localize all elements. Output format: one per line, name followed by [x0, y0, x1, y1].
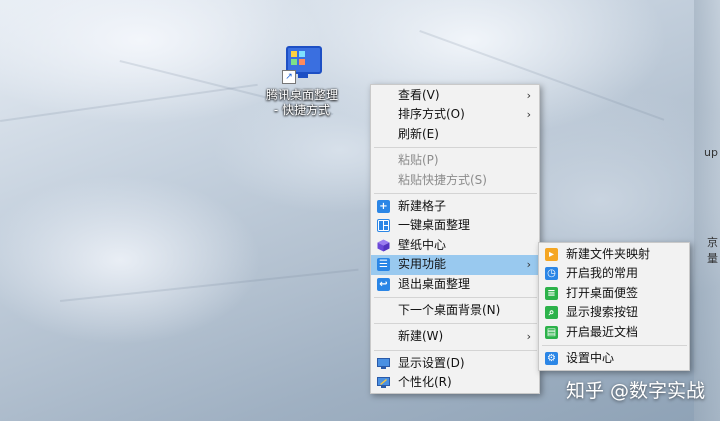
- desktop-context-menu: 查看(V) › 排序方式(O) › 刷新(E) 粘贴(P) 粘贴快捷方式(S) + …: [370, 84, 540, 395]
- menu-item-next-background[interactable]: 下一个桌面背景(N): [371, 301, 539, 320]
- menu-separator: [374, 323, 537, 325]
- menu-item-paste: 粘贴(P): [398, 153, 439, 168]
- edge-text: 量: [707, 252, 718, 265]
- menu-separator: [374, 192, 537, 194]
- document-icon: ▤: [545, 325, 558, 339]
- layout-icon: [377, 219, 390, 233]
- search-icon: ⌕: [545, 306, 558, 320]
- cube-icon: [377, 239, 390, 252]
- adjacent-window-edge: [694, 0, 720, 421]
- note-icon: ≡: [545, 286, 558, 300]
- chevron-right-icon: ›: [526, 108, 531, 122]
- edge-text: 京: [707, 236, 718, 249]
- folder-map-icon: ▸: [545, 248, 558, 261]
- plus-icon: +: [377, 199, 390, 213]
- menu-item-new-grid[interactable]: + 新建格子: [371, 197, 539, 216]
- chevron-right-icon: ›: [526, 89, 531, 102]
- menu-item-utilities[interactable]: ☰ 实用功能 ›: [371, 255, 539, 275]
- submenu-item-enable-favorites[interactable]: ◷ 开启我的常用: [539, 264, 689, 283]
- desktop-shortcut-tencent-organizer[interactable]: ↗ 腾讯桌面整理 - 快捷方式: [262, 44, 342, 118]
- submenu-item-show-search-button[interactable]: ⌕ 显示搜索按钮: [539, 303, 689, 322]
- zhihu-watermark: 知乎 @数字实战: [566, 380, 706, 402]
- tencent-desktop-organizer-icon: ↗: [282, 44, 322, 84]
- shortcut-label: 腾讯桌面整理 - 快捷方式: [265, 88, 338, 117]
- clock-icon: ◷: [545, 267, 558, 281]
- chevron-right-icon: ›: [526, 258, 531, 272]
- menu-item-exit-organizer[interactable]: ↩ 退出桌面整理: [371, 275, 539, 294]
- exit-icon: ↩: [377, 277, 390, 291]
- menu-item-refresh[interactable]: 刷新(E): [371, 125, 539, 144]
- menu-item-new[interactable]: 新建(W) ›: [371, 327, 539, 346]
- shortcut-arrow-icon: ↗: [282, 70, 296, 84]
- submenu-item-new-folder-mapping[interactable]: ▸ 新建文件夹映射: [539, 245, 689, 264]
- menu-item-view[interactable]: 查看(V) ›: [371, 86, 539, 105]
- menu-separator: [542, 344, 687, 346]
- menu-item-personalize[interactable]: 个性化(R): [371, 373, 539, 392]
- list-icon: ☰: [377, 258, 390, 272]
- menu-item-one-click-organize[interactable]: 一键桌面整理: [371, 216, 539, 235]
- menu-item-wallpaper-center[interactable]: 壁纸中心: [371, 236, 539, 255]
- submenu-item-enable-recent-documents[interactable]: ▤ 开启最近文档: [539, 323, 689, 342]
- submenu-item-open-sticky-notes[interactable]: ≡ 打开桌面便签: [539, 284, 689, 303]
- menu-separator: [374, 296, 537, 298]
- chevron-right-icon: ›: [526, 330, 531, 344]
- submenu-item-settings-center[interactable]: ⚙ 设置中心: [539, 349, 689, 368]
- menu-separator: [374, 147, 537, 149]
- edge-text: up: [704, 146, 718, 159]
- display-icon: [377, 357, 390, 370]
- menu-item-paste-shortcut: 粘贴快捷方式(S): [398, 172, 487, 187]
- menu-item-display-settings[interactable]: 显示设置(D): [371, 354, 539, 373]
- utilities-submenu: ▸ 新建文件夹映射 ◷ 开启我的常用 ≡ 打开桌面便签 ⌕ 显示搜索按钮 ▤ 开…: [538, 242, 690, 372]
- gear-icon: ⚙: [545, 351, 558, 365]
- menu-item-sort-by[interactable]: 排序方式(O) ›: [371, 105, 539, 124]
- personalize-icon: [377, 376, 390, 389]
- menu-separator: [374, 349, 537, 351]
